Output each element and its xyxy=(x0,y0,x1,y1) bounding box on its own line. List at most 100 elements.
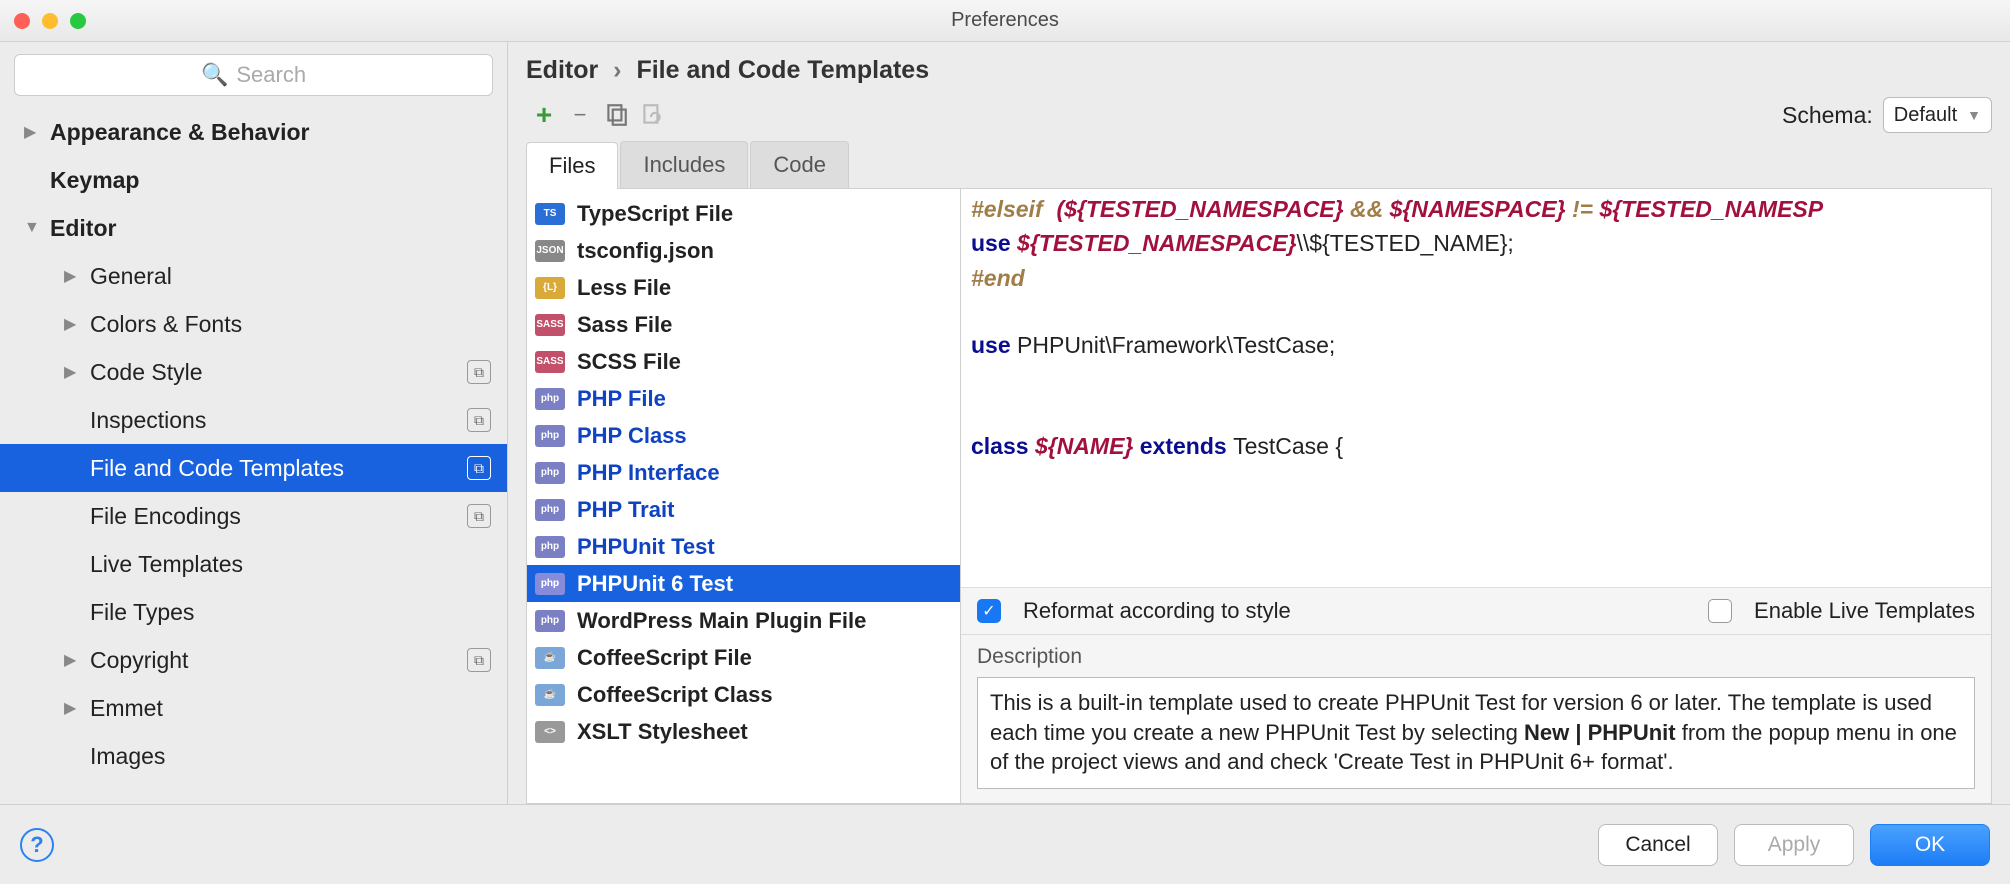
filetype-icon: JSON xyxy=(535,240,565,262)
template-item[interactable]: php PHP Class xyxy=(527,417,960,454)
cancel-button[interactable]: Cancel xyxy=(1598,824,1718,866)
expand-icon: ▶ xyxy=(64,698,82,718)
sidebar-item-inspections[interactable]: ▶Inspections⧉ xyxy=(0,396,507,444)
template-item[interactable]: phpWordPress Main Plugin File xyxy=(527,602,960,639)
template-item[interactable]: TSTypeScript File xyxy=(527,195,960,232)
filetype-icon: TS xyxy=(535,203,565,225)
ok-button[interactable]: OK xyxy=(1870,824,1990,866)
minimize-icon[interactable] xyxy=(42,13,58,29)
sidebar-item-appearance-behavior[interactable]: ▶Appearance & Behavior xyxy=(0,108,507,156)
workarea: TSTypeScript FileJSONtsconfig.json{L}Les… xyxy=(526,189,1992,804)
sidebar-item-emmet[interactable]: ▶Emmet xyxy=(0,684,507,732)
sidebar-item-live-templates[interactable]: ▶Live Templates xyxy=(0,540,507,588)
template-item[interactable]: SASS SCSS File xyxy=(527,343,960,380)
add-button[interactable]: + xyxy=(526,99,562,131)
sidebar-item-images[interactable]: ▶Images xyxy=(0,732,507,780)
template-item[interactable]: phpPHP Interface xyxy=(527,454,960,491)
template-item[interactable]: ☕ CoffeeScript File xyxy=(527,639,960,676)
main-panel: Editor › File and Code Templates + − Sch… xyxy=(508,42,2010,804)
search-input[interactable]: 🔍 Search xyxy=(14,54,493,96)
template-item[interactable]: SASSSass File xyxy=(527,306,960,343)
template-code-editor[interactable]: #elseif (${TESTED_NAMESPACE} && ${NAMESP… xyxy=(961,189,1991,587)
window-title: Preferences xyxy=(951,9,1059,32)
filetype-icon: php xyxy=(535,499,565,521)
sidebar-item-label: Code Style xyxy=(90,359,507,386)
template-item[interactable]: <> XSLT Stylesheet xyxy=(527,713,960,750)
sidebar-item-label: Keymap xyxy=(50,167,507,194)
sidebar-item-general[interactable]: ▶General xyxy=(0,252,507,300)
expand-icon: ▶ xyxy=(24,122,42,142)
template-item[interactable]: phpPHP Trait xyxy=(527,491,960,528)
right-pane: #elseif (${TESTED_NAMESPACE} && ${NAMESP… xyxy=(961,189,1991,803)
expand-icon: ▶ xyxy=(64,314,82,334)
copy-icon xyxy=(603,102,629,128)
filetype-icon: php xyxy=(535,462,565,484)
schema-select[interactable]: Default ▼ xyxy=(1883,97,1992,133)
sidebar-item-file-types[interactable]: ▶File Types xyxy=(0,588,507,636)
copy-button[interactable] xyxy=(598,99,634,131)
filetype-icon: php xyxy=(535,536,565,558)
reformat-checkbox[interactable]: ✓ xyxy=(977,599,1001,623)
template-label: XSLT Stylesheet xyxy=(577,719,748,745)
template-item[interactable]: ☕CoffeeScript Class xyxy=(527,676,960,713)
scope-icon: ⧉ xyxy=(467,360,491,384)
template-label: CoffeeScript Class xyxy=(577,682,773,708)
sidebar-item-colors-fonts[interactable]: ▶Colors & Fonts xyxy=(0,300,507,348)
template-item[interactable]: phpPHPUnit Test xyxy=(527,528,960,565)
filetype-icon: ☕ xyxy=(535,647,565,669)
live-templates-checkbox[interactable] xyxy=(1708,599,1732,623)
tab-code[interactable]: Code xyxy=(750,141,849,188)
sidebar-item-file-and-code-templates[interactable]: ▶File and Code Templates⧉ xyxy=(0,444,507,492)
scope-icon: ⧉ xyxy=(467,648,491,672)
filetype-icon: php xyxy=(535,388,565,410)
sidebar-item-editor[interactable]: ▼Editor xyxy=(0,204,507,252)
live-templates-label: Enable Live Templates xyxy=(1754,598,1975,624)
expand-icon: ▶ xyxy=(64,650,82,670)
template-label: PHP Class xyxy=(577,423,687,449)
description-section: Description This is a built-in template … xyxy=(961,634,1991,803)
filetype-icon: php xyxy=(535,573,565,595)
titlebar: Preferences xyxy=(0,0,2010,42)
template-label: Less File xyxy=(577,275,671,301)
help-button[interactable]: ? xyxy=(20,828,54,862)
reset-button[interactable] xyxy=(634,99,670,131)
sidebar-item-label: Images xyxy=(90,743,507,770)
reformat-label: Reformat according to style xyxy=(1023,598,1291,624)
sidebar-item-label: File and Code Templates xyxy=(90,455,507,482)
description-text: This is a built-in template used to crea… xyxy=(977,677,1975,789)
toolbar: + − Schema: Default ▼ xyxy=(526,95,1992,135)
sidebar-item-keymap[interactable]: ▶Keymap xyxy=(0,156,507,204)
sidebar-item-code-style[interactable]: ▶Code Style⧉ xyxy=(0,348,507,396)
template-item[interactable]: {L}Less File xyxy=(527,269,960,306)
filetype-icon: SASS xyxy=(535,351,565,373)
sidebar-item-label: Inspections xyxy=(90,407,507,434)
reset-icon xyxy=(639,102,665,128)
sidebar-item-copyright[interactable]: ▶Copyright⧉ xyxy=(0,636,507,684)
sidebar-item-file-encodings[interactable]: ▶File Encodings⧉ xyxy=(0,492,507,540)
sidebar-item-label: General xyxy=(90,263,507,290)
remove-button[interactable]: − xyxy=(562,99,598,131)
schema-value: Default xyxy=(1894,104,1957,127)
breadcrumb-sep: › xyxy=(613,56,621,84)
template-label: CoffeeScript File xyxy=(577,645,752,671)
tab-files[interactable]: Files xyxy=(526,142,618,189)
scope-icon: ⧉ xyxy=(467,408,491,432)
filetype-icon: <> xyxy=(535,721,565,743)
scope-icon: ⧉ xyxy=(467,456,491,480)
schema-label: Schema: xyxy=(1782,102,1873,129)
breadcrumb-leaf: File and Code Templates xyxy=(636,56,929,84)
filetype-icon: php xyxy=(535,425,565,447)
breadcrumb-root: Editor xyxy=(526,56,598,84)
content: 🔍 Search ▶Appearance & Behavior▶Keymap▼E… xyxy=(0,42,2010,804)
maximize-icon[interactable] xyxy=(70,13,86,29)
template-item[interactable]: phpPHP File xyxy=(527,380,960,417)
template-item[interactable]: phpPHPUnit 6 Test xyxy=(527,565,960,602)
sidebar-item-label: Live Templates xyxy=(90,551,507,578)
template-item[interactable]: JSONtsconfig.json xyxy=(527,232,960,269)
tab-includes[interactable]: Includes xyxy=(620,141,748,188)
apply-button[interactable]: Apply xyxy=(1734,824,1854,866)
sidebar: 🔍 Search ▶Appearance & Behavior▶Keymap▼E… xyxy=(0,42,508,804)
filetype-icon: php xyxy=(535,610,565,632)
close-icon[interactable] xyxy=(14,13,30,29)
template-label: SCSS File xyxy=(577,349,681,375)
